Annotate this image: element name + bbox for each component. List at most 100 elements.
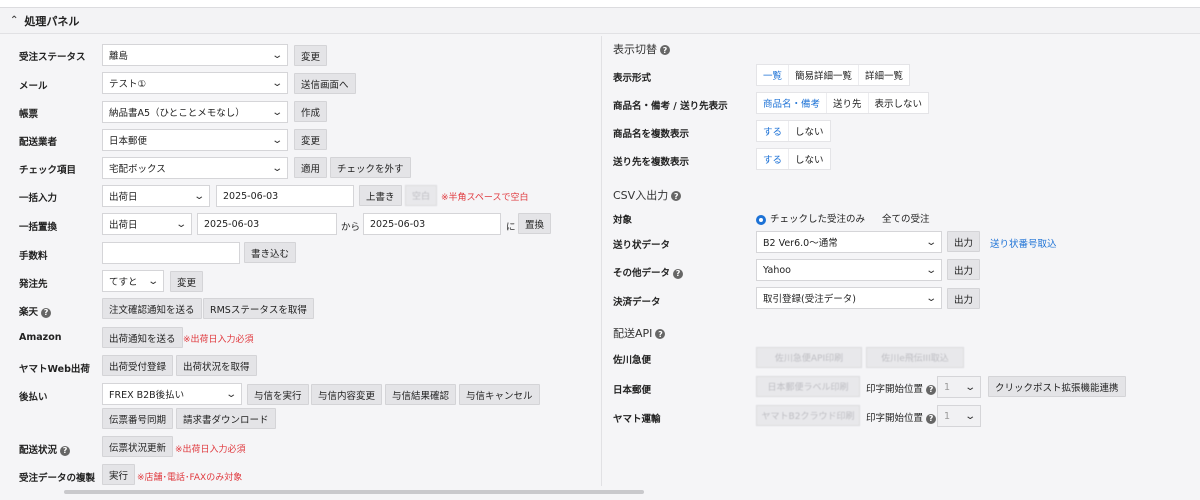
yamato-web-label: ヤマトWeb出荷 <box>19 364 90 375</box>
shipping-label-data-label: 送り状データ <box>613 240 671 251</box>
order-status-select[interactable]: 離島 ⌄ <box>102 44 288 66</box>
deferred-select[interactable]: FREX B2B後払い ⌄ <box>102 383 242 405</box>
help-icon[interactable]: ? <box>60 445 71 456</box>
help-icon[interactable]: ? <box>926 413 937 424</box>
japanpost-print-button[interactable]: 日本郵便ラベル印刷 <box>756 376 860 397</box>
bulk-input-date-field[interactable]: 2025-06-03 <box>216 185 354 207</box>
yamato-print-button[interactable]: ヤマトB2クラウド印刷 <box>756 405 860 426</box>
target-checked-only[interactable]: チェックした受注のみ <box>770 214 865 225</box>
form-label: 帳票 <box>19 109 39 120</box>
help-icon[interactable]: ? <box>655 329 666 339</box>
payment-data-output-button[interactable]: 出力 <box>947 288 981 309</box>
blank-button[interactable]: 空白 <box>405 185 437 206</box>
duplicate-exec-button[interactable]: 実行 <box>102 464 136 485</box>
credit-cancel-button[interactable]: 与信キャンセル <box>459 384 540 405</box>
credit-result-button[interactable]: 与信結果確認 <box>385 384 457 405</box>
chevron-down-icon: ⌄ <box>963 381 976 393</box>
yamato-status-button[interactable]: 出荷状況を取得 <box>176 355 257 376</box>
yamato-print-pos-select[interactable]: 1 ⌄ <box>937 405 981 427</box>
fee-label: 手数料 <box>19 251 48 262</box>
yamato-register-button[interactable]: 出荷受付登録 <box>102 355 174 376</box>
format-option-list[interactable]: 一覧 <box>757 65 790 85</box>
form-create-button[interactable]: 作成 <box>294 101 328 122</box>
rakuten-label: 楽天? <box>19 304 52 318</box>
uncheck-button[interactable]: チェックを外す <box>330 157 411 178</box>
other-data-select[interactable]: Yahoo ⌄ <box>756 259 942 281</box>
multi-product-no[interactable]: しない <box>789 121 830 141</box>
chevron-down-icon: ⌄ <box>192 190 205 202</box>
product-option-hide[interactable]: 表示しない <box>869 93 929 113</box>
csv-target-label: 対象 <box>613 215 633 226</box>
invoice-download-button[interactable]: 請求書ダウンロード <box>176 408 276 429</box>
credit-change-button[interactable]: 与信内容変更 <box>311 384 383 405</box>
yamato-print-pos-label: 印字開始位置? <box>866 410 937 424</box>
credit-exec-button[interactable]: 与信を実行 <box>247 384 309 405</box>
chevron-down-icon: ⌄ <box>174 218 187 230</box>
ship-from-select[interactable]: てすと ⌄ <box>102 270 164 292</box>
duplicate-label: 受注データの複製 <box>19 473 96 484</box>
chevron-up-icon[interactable]: ⌃ <box>10 15 18 26</box>
shipping-label-output-button[interactable]: 出力 <box>947 231 981 252</box>
japanpost-print-pos-select[interactable]: 1 ⌄ <box>937 376 981 398</box>
ship-from-change-button[interactable]: 変更 <box>170 271 204 292</box>
replace-button[interactable]: 置換 <box>518 213 552 234</box>
clickpost-button[interactable]: クリックポスト拡張機能連携 <box>988 376 1126 397</box>
help-icon[interactable]: ? <box>671 191 682 201</box>
other-data-output-button[interactable]: 出力 <box>947 259 981 280</box>
format-option-detail[interactable]: 詳細一覧 <box>859 65 909 85</box>
display-section-title: 表示切替? <box>613 41 670 57</box>
target-all[interactable]: 全ての受注 <box>882 214 930 225</box>
import-tracking-link[interactable]: 送り状番号取込 <box>990 236 1057 250</box>
chevron-down-icon: ⌄ <box>270 106 283 118</box>
shipping-label-select[interactable]: B2 Ver6.0～通常 ⌄ <box>756 231 942 253</box>
bulk-replace-field-select[interactable]: 出荷日 ⌄ <box>102 213 192 235</box>
radio-checked-icon[interactable] <box>756 214 766 225</box>
sagawa-api-button[interactable]: 佐川急便API印刷 <box>756 347 862 368</box>
ship-from-label: 発注先 <box>19 279 48 290</box>
mail-send-screen-button[interactable]: 送信画面へ <box>294 73 356 94</box>
mail-select[interactable]: テスト① ⌄ <box>102 72 288 94</box>
slip-sync-button[interactable]: 伝票番号同期 <box>102 408 174 429</box>
delivery-status-note: ※出荷日入力必須 <box>175 445 246 455</box>
apply-button[interactable]: 適用 <box>294 157 328 178</box>
bulk-replace-label: 一括置換 <box>19 222 58 233</box>
sagawa-label: 佐川急便 <box>613 355 652 366</box>
help-icon[interactable]: ? <box>926 384 937 395</box>
fee-input[interactable] <box>102 242 240 264</box>
check-item-select[interactable]: 宅配ボックス ⌄ <box>102 157 288 179</box>
other-data-label: その他データ? <box>613 265 684 279</box>
multi-dest-yes[interactable]: する <box>757 149 790 169</box>
horizontal-scrollbar[interactable] <box>64 490 644 494</box>
multi-product-yes[interactable]: する <box>757 121 790 141</box>
form-select[interactable]: 納品書A5（ひとことメモなし） ⌄ <box>102 101 288 123</box>
order-status-change-button[interactable]: 変更 <box>294 45 328 66</box>
rakuten-send-button[interactable]: 注文確認通知を送る <box>102 298 202 319</box>
slip-status-update-button[interactable]: 伝票状況更新 <box>102 436 174 457</box>
rms-status-button[interactable]: RMSステータスを取得 <box>203 298 314 319</box>
carrier-change-button[interactable]: 変更 <box>294 129 328 150</box>
panel-header[interactable]: ⌃ 処理パネル <box>0 8 1200 34</box>
amazon-send-button[interactable]: 出荷通知を送る <box>102 327 183 348</box>
product-option-name[interactable]: 商品名・備考 <box>757 93 828 113</box>
format-option-simple[interactable]: 簡易詳細一覧 <box>789 65 860 85</box>
sagawa-ehiden-button[interactable]: 佐川e飛伝III取込 <box>866 347 964 368</box>
help-icon[interactable]: ? <box>660 45 670 55</box>
write-button[interactable]: 書き込む <box>244 242 297 263</box>
multi-product-toggle: する しない <box>756 120 831 142</box>
payment-data-select[interactable]: 取引登録(受注データ) ⌄ <box>756 287 942 309</box>
replace-to-date-field[interactable]: 2025-06-03 <box>363 213 501 235</box>
bulk-input-field-select[interactable]: 出荷日 ⌄ <box>102 185 210 207</box>
chevron-down-icon: ⌄ <box>924 292 937 304</box>
product-option-dest[interactable]: 送り先 <box>827 93 869 113</box>
help-icon[interactable]: ? <box>41 307 52 318</box>
japanpost-print-pos-label: 印字開始位置? <box>866 381 937 395</box>
replace-from-date-field[interactable]: 2025-06-03 <box>197 213 337 235</box>
multi-dest-no[interactable]: しない <box>789 149 830 169</box>
carrier-label: 配送業者 <box>19 137 58 148</box>
overwrite-button[interactable]: 上書き <box>359 185 402 206</box>
column-divider <box>601 36 602 486</box>
mail-label: メール <box>19 81 48 92</box>
carrier-select[interactable]: 日本郵便 ⌄ <box>102 129 288 151</box>
help-icon[interactable]: ? <box>673 268 684 279</box>
amazon-label: Amazon <box>19 332 62 343</box>
